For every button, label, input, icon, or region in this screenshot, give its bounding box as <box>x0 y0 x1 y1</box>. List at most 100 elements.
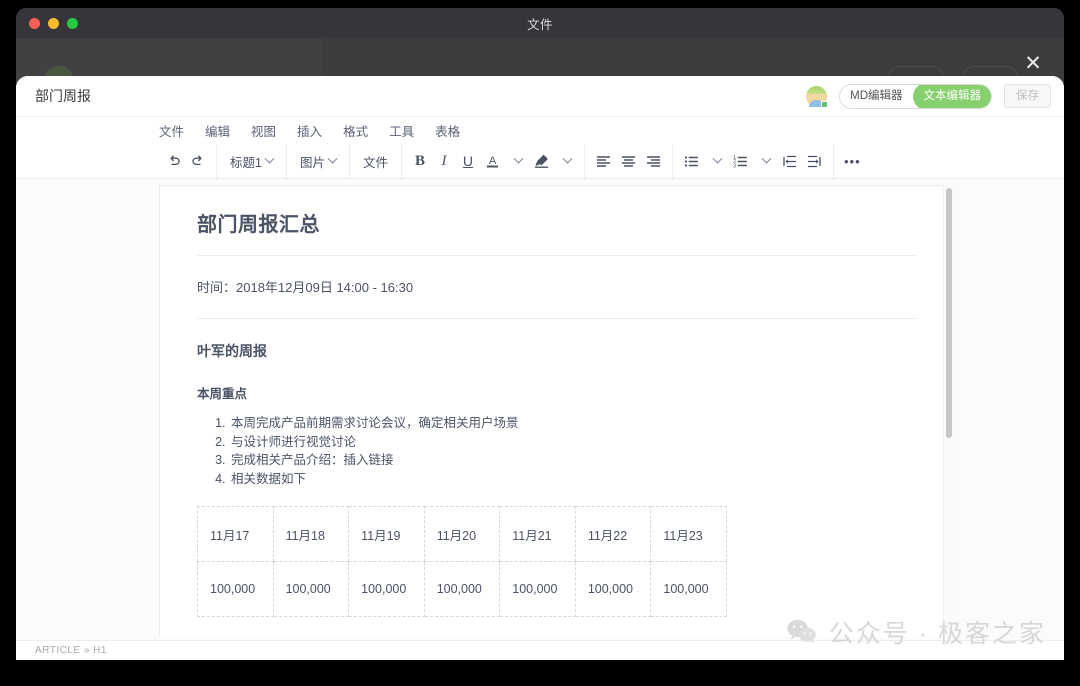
bullet-list-icon[interactable] <box>679 148 704 174</box>
toolbar: 标题1 图片 文件 B I U A 1 2 3 ••• <box>16 143 1064 179</box>
table-cell: 11月23 <box>650 506 727 562</box>
editor-mode-switch: MD编辑器 文本编辑器 <box>839 83 992 109</box>
editor-header-actions: MD编辑器 文本编辑器 保存 <box>806 83 1051 109</box>
font-color-caret[interactable] <box>505 148 529 174</box>
window-minimize-button[interactable] <box>48 17 59 29</box>
table-cell: 100,000 <box>272 561 350 617</box>
indent-icon[interactable] <box>802 148 827 174</box>
section-heading: 叶军的周报 <box>197 343 267 359</box>
app-window: 文件 ✕ 部门周报 MD编辑器 文本编辑器 保存 文件 编辑 视图 插入 格式 … <box>16 8 1064 660</box>
document-time: 时间：2018年12月09日 14:00 - 16:30 <box>197 280 414 295</box>
numbered-list-caret[interactable] <box>753 148 777 174</box>
list-item: 完成相关产品介绍：插入链接 <box>229 451 916 470</box>
insert-file-button[interactable]: 文件 <box>356 148 395 174</box>
underline-button[interactable]: U <box>456 148 480 174</box>
page-title: 部门周报汇总 <box>197 214 320 236</box>
table-cell: 100,000 <box>499 561 576 617</box>
table-cell: 11月17 <box>197 506 274 562</box>
align-left-icon[interactable] <box>591 148 616 174</box>
highlighter-caret[interactable] <box>554 148 578 174</box>
menu-insert[interactable]: 插入 <box>297 121 322 140</box>
table-row: 100,000 100,000 100,000 100,000 100,000 … <box>197 561 727 617</box>
align-right-icon[interactable] <box>641 148 666 174</box>
svg-text:A: A <box>489 155 497 167</box>
chevron-down-icon <box>514 153 524 164</box>
menubar: 文件 编辑 视图 插入 格式 工具 表格 <box>16 117 1064 144</box>
chevron-down-icon <box>762 153 772 164</box>
svg-text:3: 3 <box>733 163 736 169</box>
menu-view[interactable]: 视图 <box>251 121 276 140</box>
data-table[interactable]: 11月17 11月18 11月19 11月20 11月21 11月22 11月2… <box>197 506 727 617</box>
image-select-label: 图片 <box>299 155 325 170</box>
menu-format[interactable]: 格式 <box>343 121 368 140</box>
tab-md-editor[interactable]: MD编辑器 <box>840 85 912 108</box>
redo-icon[interactable] <box>186 148 210 174</box>
more-options-button[interactable]: ••• <box>840 148 865 174</box>
numbered-list-icon[interactable]: 123 <box>728 148 753 174</box>
traffic-lights <box>29 17 78 29</box>
menu-table[interactable]: 表格 <box>435 121 460 140</box>
table-cell: 100,000 <box>650 561 727 617</box>
document-canvas: 部门周报汇总 时间：2018年12月09日 14:00 - 16:30 叶军的周… <box>16 179 1064 660</box>
save-button[interactable]: 保存 <box>1004 84 1051 108</box>
toolbar-group-inline: B I U A <box>402 143 585 179</box>
chevron-down-icon <box>713 153 723 164</box>
list-item: 相关数据如下 <box>229 470 916 489</box>
document-scrollbar[interactable] <box>943 185 954 637</box>
table-cell: 11月22 <box>574 506 652 562</box>
image-select[interactable]: 图片 <box>293 148 343 174</box>
toolbar-group-more: ••• <box>834 144 871 179</box>
table-cell: 100,000 <box>574 561 652 617</box>
chevron-down-icon <box>563 153 573 164</box>
window-titlebar: 文件 <box>16 8 1064 38</box>
table-cell: 11月18 <box>272 506 350 562</box>
window-title: 文件 <box>527 17 553 32</box>
undo-icon[interactable] <box>162 148 186 174</box>
toolbar-group-heading: 标题1 <box>217 143 287 179</box>
menu-file[interactable]: 文件 <box>159 121 184 140</box>
bold-button[interactable]: B <box>408 148 432 174</box>
editor-panel: 部门周报 MD编辑器 文本编辑器 保存 文件 编辑 视图 插入 格式 工具 表格… <box>16 76 1064 660</box>
window-zoom-button[interactable] <box>67 17 78 29</box>
list-item: 本周完成产品前期需求讨论会议，确定相关用户场景 <box>229 414 916 433</box>
document-page[interactable]: 部门周报汇总 时间：2018年12月09日 14:00 - 16:30 叶军的周… <box>159 185 954 637</box>
menu-tools[interactable]: 工具 <box>389 121 414 140</box>
window-close-button[interactable] <box>29 17 40 29</box>
heading-select-label: 标题1 <box>230 155 262 170</box>
table-cell: 100,000 <box>423 561 501 617</box>
scrollbar-thumb[interactable] <box>946 188 952 438</box>
heading-select[interactable]: 标题1 <box>223 148 280 174</box>
menu-edit[interactable]: 编辑 <box>205 121 230 140</box>
toolbar-group-image: 图片 <box>287 143 350 179</box>
breadcrumb: ARTICLE » H1 <box>35 645 107 656</box>
subheading-next: 下周安排 <box>197 617 916 637</box>
subheading-focus: 本周重点 <box>197 387 248 401</box>
toolbar-group-file: 文件 <box>350 143 402 179</box>
toolbar-group-lists: 123 <box>673 143 834 179</box>
chevron-down-icon <box>327 153 338 164</box>
font-color-button[interactable]: A <box>480 148 505 174</box>
editor-header: 部门周报 MD编辑器 文本编辑器 保存 <box>16 76 1064 117</box>
table-cell: 11月19 <box>348 506 425 562</box>
close-icon[interactable]: ✕ <box>1022 52 1044 74</box>
outdent-icon[interactable] <box>777 148 802 174</box>
align-center-icon[interactable] <box>616 148 641 174</box>
bullet-list-caret[interactable] <box>704 148 728 174</box>
table-cell: 100,000 <box>348 561 425 617</box>
document-name[interactable]: 部门周报 <box>35 86 91 106</box>
avatar-status-badge <box>821 100 829 108</box>
italic-button[interactable]: I <box>432 148 456 174</box>
highlighter-icon[interactable] <box>529 148 554 174</box>
toolbar-group-history <box>156 143 217 179</box>
table-row: 11月17 11月18 11月19 11月20 11月21 11月22 11月2… <box>197 506 727 562</box>
table-cell: 11月21 <box>499 506 576 562</box>
focus-list: 本周完成产品前期需求讨论会议，确定相关用户场景 与设计师进行视觉讨论 完成相关产… <box>197 414 916 488</box>
list-item: 与设计师进行视觉讨论 <box>229 433 916 452</box>
table-cell: 11月20 <box>423 506 501 562</box>
toolbar-group-align <box>585 143 673 179</box>
statusbar: ARTICLE » H1 <box>16 640 1064 660</box>
avatar[interactable] <box>806 85 829 108</box>
table-cell: 100,000 <box>197 561 274 617</box>
chevron-down-icon <box>264 153 275 164</box>
tab-text-editor[interactable]: 文本编辑器 <box>912 84 992 108</box>
